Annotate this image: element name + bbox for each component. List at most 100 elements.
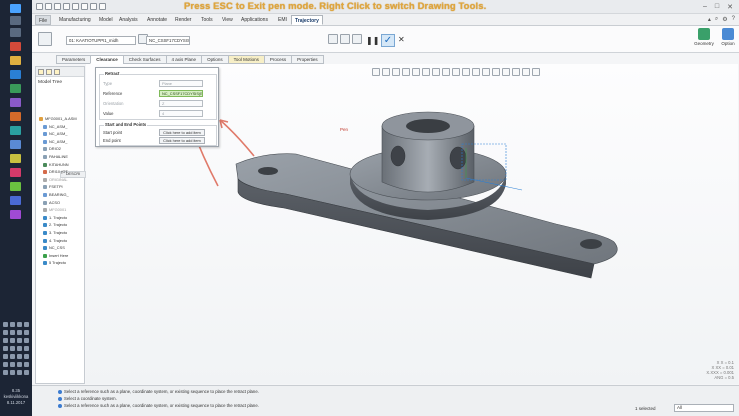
open-file-icon[interactable] <box>45 3 52 10</box>
windows-start-icon[interactable] <box>10 4 21 13</box>
app-icon[interactable] <box>10 84 21 93</box>
tab-view[interactable]: View <box>219 15 236 25</box>
tree-item[interactable]: DRI10 (OT <box>43 169 68 174</box>
geometry-button[interactable]: Geometry <box>692 28 716 46</box>
app-icon[interactable] <box>10 140 21 149</box>
app-icon[interactable] <box>10 126 21 135</box>
favorites-icon[interactable] <box>54 69 60 75</box>
system-tray-icons[interactable] <box>3 362 29 368</box>
tree-item[interactable]: PAHALINE <box>43 154 68 159</box>
regenerate-icon[interactable] <box>81 3 88 10</box>
tab-model[interactable]: Model <box>96 15 116 25</box>
tool-path-display-icon[interactable] <box>328 34 338 44</box>
tab-properties[interactable]: Properties <box>291 55 324 64</box>
app-icon[interactable] <box>10 168 21 177</box>
tab-analysis[interactable]: Analysis <box>116 15 141 25</box>
minimize-icon[interactable]: – <box>703 3 707 11</box>
selection-filter[interactable]: All <box>674 404 734 412</box>
tab-process[interactable]: Process <box>263 55 292 64</box>
tree-item[interactable]: MFG0001 <box>43 207 66 212</box>
tree-item[interactable]: NC_ASM_ <box>43 124 67 129</box>
type-select[interactable]: Plane <box>159 80 203 87</box>
search-icon[interactable]: ⌕ <box>715 16 718 23</box>
app-icon[interactable] <box>10 210 21 219</box>
system-tray-icons[interactable] <box>3 330 29 336</box>
csys-select[interactable]: NC_CSSF17CDYSIS <box>146 36 190 45</box>
pause-button[interactable]: ❚❚ <box>366 36 379 45</box>
new-file-icon[interactable] <box>36 3 43 10</box>
close-window-icon[interactable] <box>99 3 106 10</box>
settings-icon[interactable]: ⚙ <box>722 16 727 23</box>
tree-item[interactable]: 5 Trajecto <box>43 260 66 265</box>
tab-options[interactable]: Options <box>201 55 228 64</box>
tab-manufacturing[interactable]: Manufacturing <box>56 15 94 25</box>
undo-icon[interactable] <box>63 3 70 10</box>
tree-item[interactable]: NC_ASM_ <box>43 139 67 144</box>
chrome-icon[interactable] <box>10 42 21 51</box>
orientation-select[interactable]: Z <box>159 100 203 107</box>
app-icon[interactable] <box>10 98 21 107</box>
task-view-icon[interactable] <box>10 28 21 37</box>
tab-emi[interactable]: EMI <box>275 15 290 25</box>
explorer-icon[interactable] <box>10 56 21 65</box>
model-tree-icon[interactable] <box>38 69 44 75</box>
start-point-collector[interactable]: Click here to add item <box>159 129 205 136</box>
folder-browser-icon[interactable] <box>46 69 52 75</box>
system-tray-icons[interactable] <box>3 370 29 376</box>
tab-render[interactable]: Render <box>172 15 194 25</box>
tree-item[interactable]: KITAHUNN <box>43 162 69 167</box>
value-input[interactable]: 4 <box>159 110 203 117</box>
tree-item[interactable]: ORIGINAL <box>43 177 68 182</box>
tree-item[interactable]: MFG0001_A.ASM <box>39 116 77 121</box>
creo-icon[interactable] <box>10 182 21 191</box>
tree-item[interactable]: FSETPI <box>43 184 63 189</box>
tree-item[interactable]: 3. Trajecto <box>43 230 67 235</box>
tree-item-label: 1. Trajecto <box>49 214 68 220</box>
redo-icon[interactable] <box>72 3 79 10</box>
tree-item[interactable]: NC_ASM_ <box>43 131 67 136</box>
verify-icon[interactable] <box>340 34 350 44</box>
search-icon[interactable] <box>10 16 21 25</box>
help-icon[interactable]: ? <box>732 16 735 23</box>
tab-tools[interactable]: Tools <box>198 15 216 25</box>
tab-applications[interactable]: Applications <box>238 15 271 25</box>
system-tray-icons[interactable] <box>3 338 29 344</box>
tab-clearance[interactable]: Clearance <box>90 55 123 64</box>
maximize-icon[interactable]: □ <box>715 3 719 11</box>
system-tray-icons[interactable] <box>3 346 29 352</box>
system-tray-icons[interactable] <box>3 354 29 360</box>
tree-item[interactable]: DRIO2 <box>43 146 61 151</box>
app-icon[interactable] <box>10 196 21 205</box>
tab-annotate[interactable]: Annotate <box>144 15 170 25</box>
tree-item[interactable]: 1. Trajecto <box>43 215 67 220</box>
end-point-collector[interactable]: Click here to add item <box>159 137 205 144</box>
system-tray-icons[interactable] <box>3 322 29 328</box>
tree-item[interactable]: 4. Trajecto <box>43 238 67 243</box>
tab-tool-motions[interactable]: Tool Motions <box>227 55 264 64</box>
clock-time[interactable]: 8.35 <box>2 388 30 393</box>
minimize-ribbon-icon[interactable]: ▴ <box>708 16 711 23</box>
tab-check-surfaces[interactable]: Check Surfaces <box>122 55 166 64</box>
tab-parameters[interactable]: Parameters <box>56 55 91 64</box>
tree-item[interactable]: BEARING_ <box>43 192 69 197</box>
tab-file[interactable]: File <box>35 15 52 25</box>
tool-select[interactable]: 01: KAATIOTUPPI1_midh <box>66 36 136 45</box>
app-icon[interactable] <box>10 112 21 121</box>
edge-icon[interactable] <box>10 70 21 79</box>
tree-item[interactable]: NC_CSS <box>43 245 65 250</box>
close-icon[interactable]: ✕ <box>727 3 733 11</box>
app-icon[interactable] <box>10 154 21 163</box>
reference-collector[interactable]: NC_CSSF17CDYSIS(ENT1) <box>159 90 203 97</box>
tree-item[interactable]: Insert Here <box>43 253 68 258</box>
tree-item[interactable]: 2. Trajecto <box>43 222 67 227</box>
cancel-x-button[interactable]: ✕ <box>398 35 405 44</box>
option-button[interactable]: Option <box>716 28 739 46</box>
windows-icon[interactable] <box>90 3 97 10</box>
tab-4-axis-plane[interactable]: 4 axis Plane <box>165 55 202 64</box>
save-icon[interactable] <box>54 3 61 10</box>
tool-manager-icon[interactable] <box>38 32 52 46</box>
preview-icon[interactable] <box>352 34 362 44</box>
tab-trajectory[interactable]: Trajectory <box>291 15 323 25</box>
apply-check-button[interactable]: ✓ <box>381 34 395 47</box>
tree-item[interactable]: ACSO <box>43 200 60 205</box>
